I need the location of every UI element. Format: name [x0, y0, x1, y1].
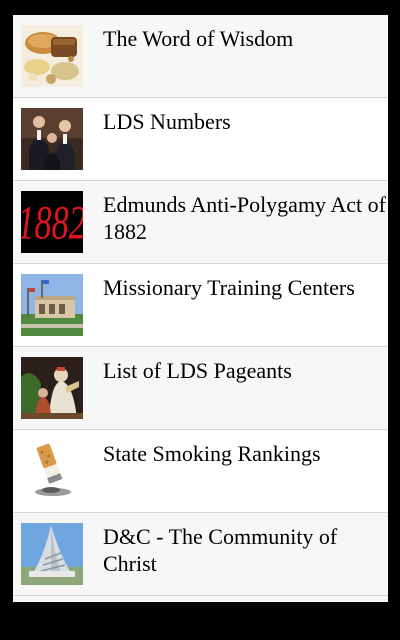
list-item[interactable]: 1882 Edmunds Anti-Polygamy Act of 1882: [13, 181, 388, 264]
list-item[interactable]: The Word of Wisdom: [13, 15, 388, 98]
list-item-title: LDS Numbers: [103, 109, 231, 134]
topic-list: The Word of Wisdom LDS Numbers 1882 Edmu…: [13, 15, 388, 602]
list-item-title: State Smoking Rankings: [103, 441, 321, 466]
pageant-performers-thumbnail: [21, 357, 83, 419]
list-item-title: The Word of Wisdom: [103, 26, 294, 51]
list-item[interactable]: List of LDS Pageants: [13, 347, 388, 430]
list-item-title: D&C - The Community of Christ: [103, 524, 338, 576]
list-item-title: Missionary Training Centers: [103, 275, 355, 300]
training-center-building-thumbnail: [21, 274, 83, 336]
app-screen: The Word of Wisdom LDS Numbers 1882 Edmu…: [13, 15, 388, 602]
cigarette-butt-thumbnail: [21, 440, 83, 502]
church-leaders-photo-thumbnail: [21, 108, 83, 170]
list-item[interactable]: Missionary Training Centers: [13, 264, 388, 347]
list-item-title: List of LDS Pageants: [103, 358, 292, 383]
thumb-1882-text: 1882: [21, 196, 83, 249]
bread-grains-thumbnail: [21, 25, 83, 87]
list-item-title: Edmunds Anti-Polygamy Act of 1882: [103, 192, 386, 244]
list-item[interactable]: D&C - The Community of Christ: [13, 513, 388, 596]
temple-spire-thumbnail: [21, 523, 83, 585]
list-item[interactable]: State Smoking Rankings: [13, 430, 388, 513]
list-item[interactable]: [13, 596, 388, 602]
red-1882-text-thumbnail: 1882: [21, 191, 83, 253]
list-item[interactable]: LDS Numbers: [13, 98, 388, 181]
